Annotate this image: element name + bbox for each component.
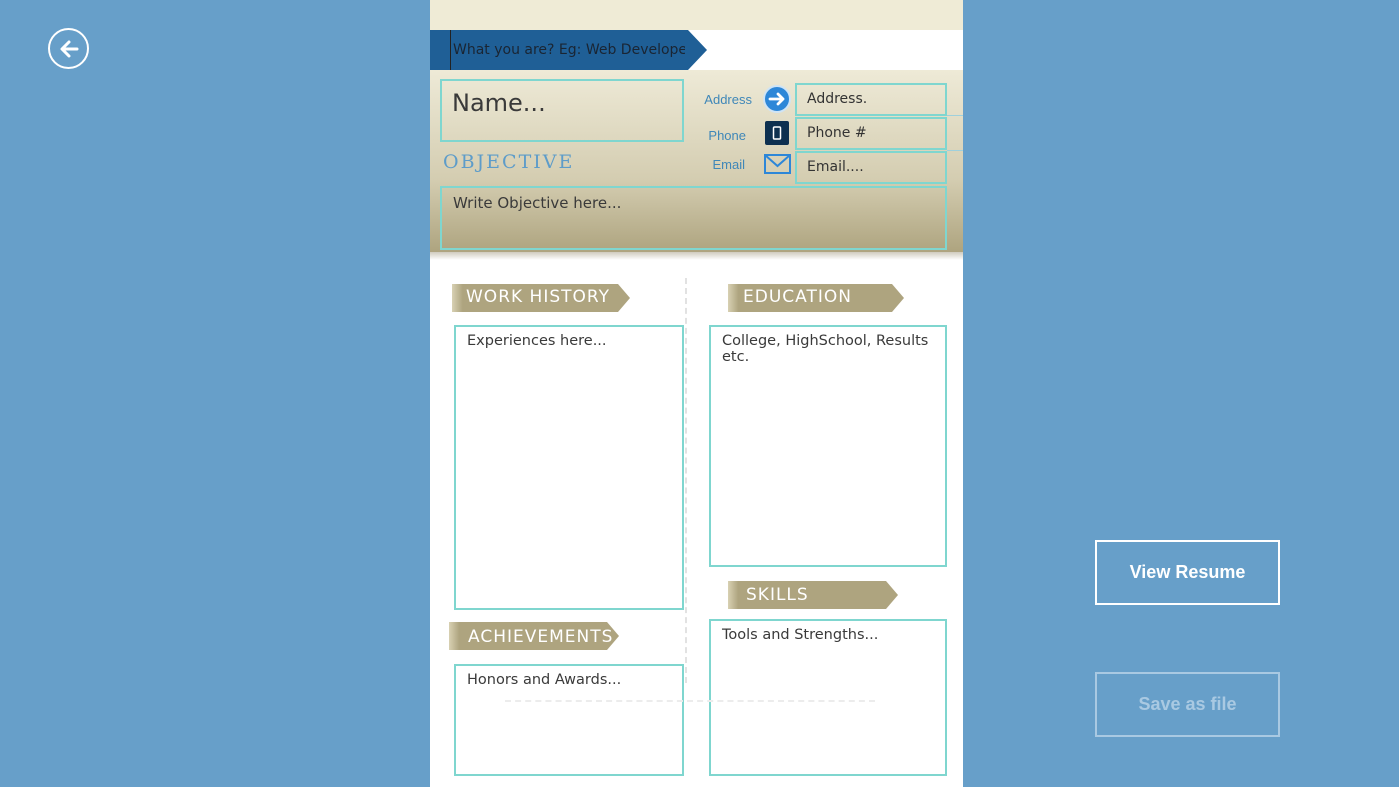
skills-title: SKILLS [746, 585, 809, 605]
bottom-divider [505, 700, 875, 702]
education-input[interactable]: College, HighSchool, Results etc. [709, 325, 947, 567]
email-label: Email [712, 157, 745, 172]
email-field[interactable]: Email.... [795, 151, 947, 184]
view-resume-button[interactable]: View Resume [1095, 540, 1280, 605]
name-input[interactable]: Name... [440, 79, 684, 142]
objective-input[interactable]: Write Objective here... [440, 186, 947, 250]
phone-field[interactable]: Phone # [795, 117, 947, 150]
envelope-icon [764, 154, 791, 174]
column-divider [685, 278, 687, 683]
achievements-title: ACHIEVEMENTS [468, 627, 614, 647]
address-label: Address [704, 92, 752, 107]
address-field[interactable]: Address. [795, 83, 947, 116]
resume-document: Name... OBJECTIVE Write Objective here..… [430, 0, 963, 787]
phone-label: Phone [708, 128, 746, 143]
achievements-input[interactable]: Honors and Awards... [454, 664, 684, 776]
back-button[interactable] [48, 28, 89, 69]
arrow-right-circle-icon [763, 85, 791, 113]
save-as-file-button[interactable]: Save as file [1095, 672, 1280, 737]
document-top-bar [430, 0, 963, 30]
education-title: EDUCATION [743, 287, 852, 307]
mobile-phone-icon [765, 121, 789, 145]
back-arrow-icon [60, 40, 78, 57]
objective-label: OBJECTIVE [443, 151, 575, 173]
job-title-input[interactable] [450, 30, 685, 70]
work-history-title: WORK HISTORY [466, 287, 611, 307]
skills-input[interactable]: Tools and Strengths... [709, 619, 947, 776]
work-history-input[interactable]: Experiences here... [454, 325, 684, 610]
